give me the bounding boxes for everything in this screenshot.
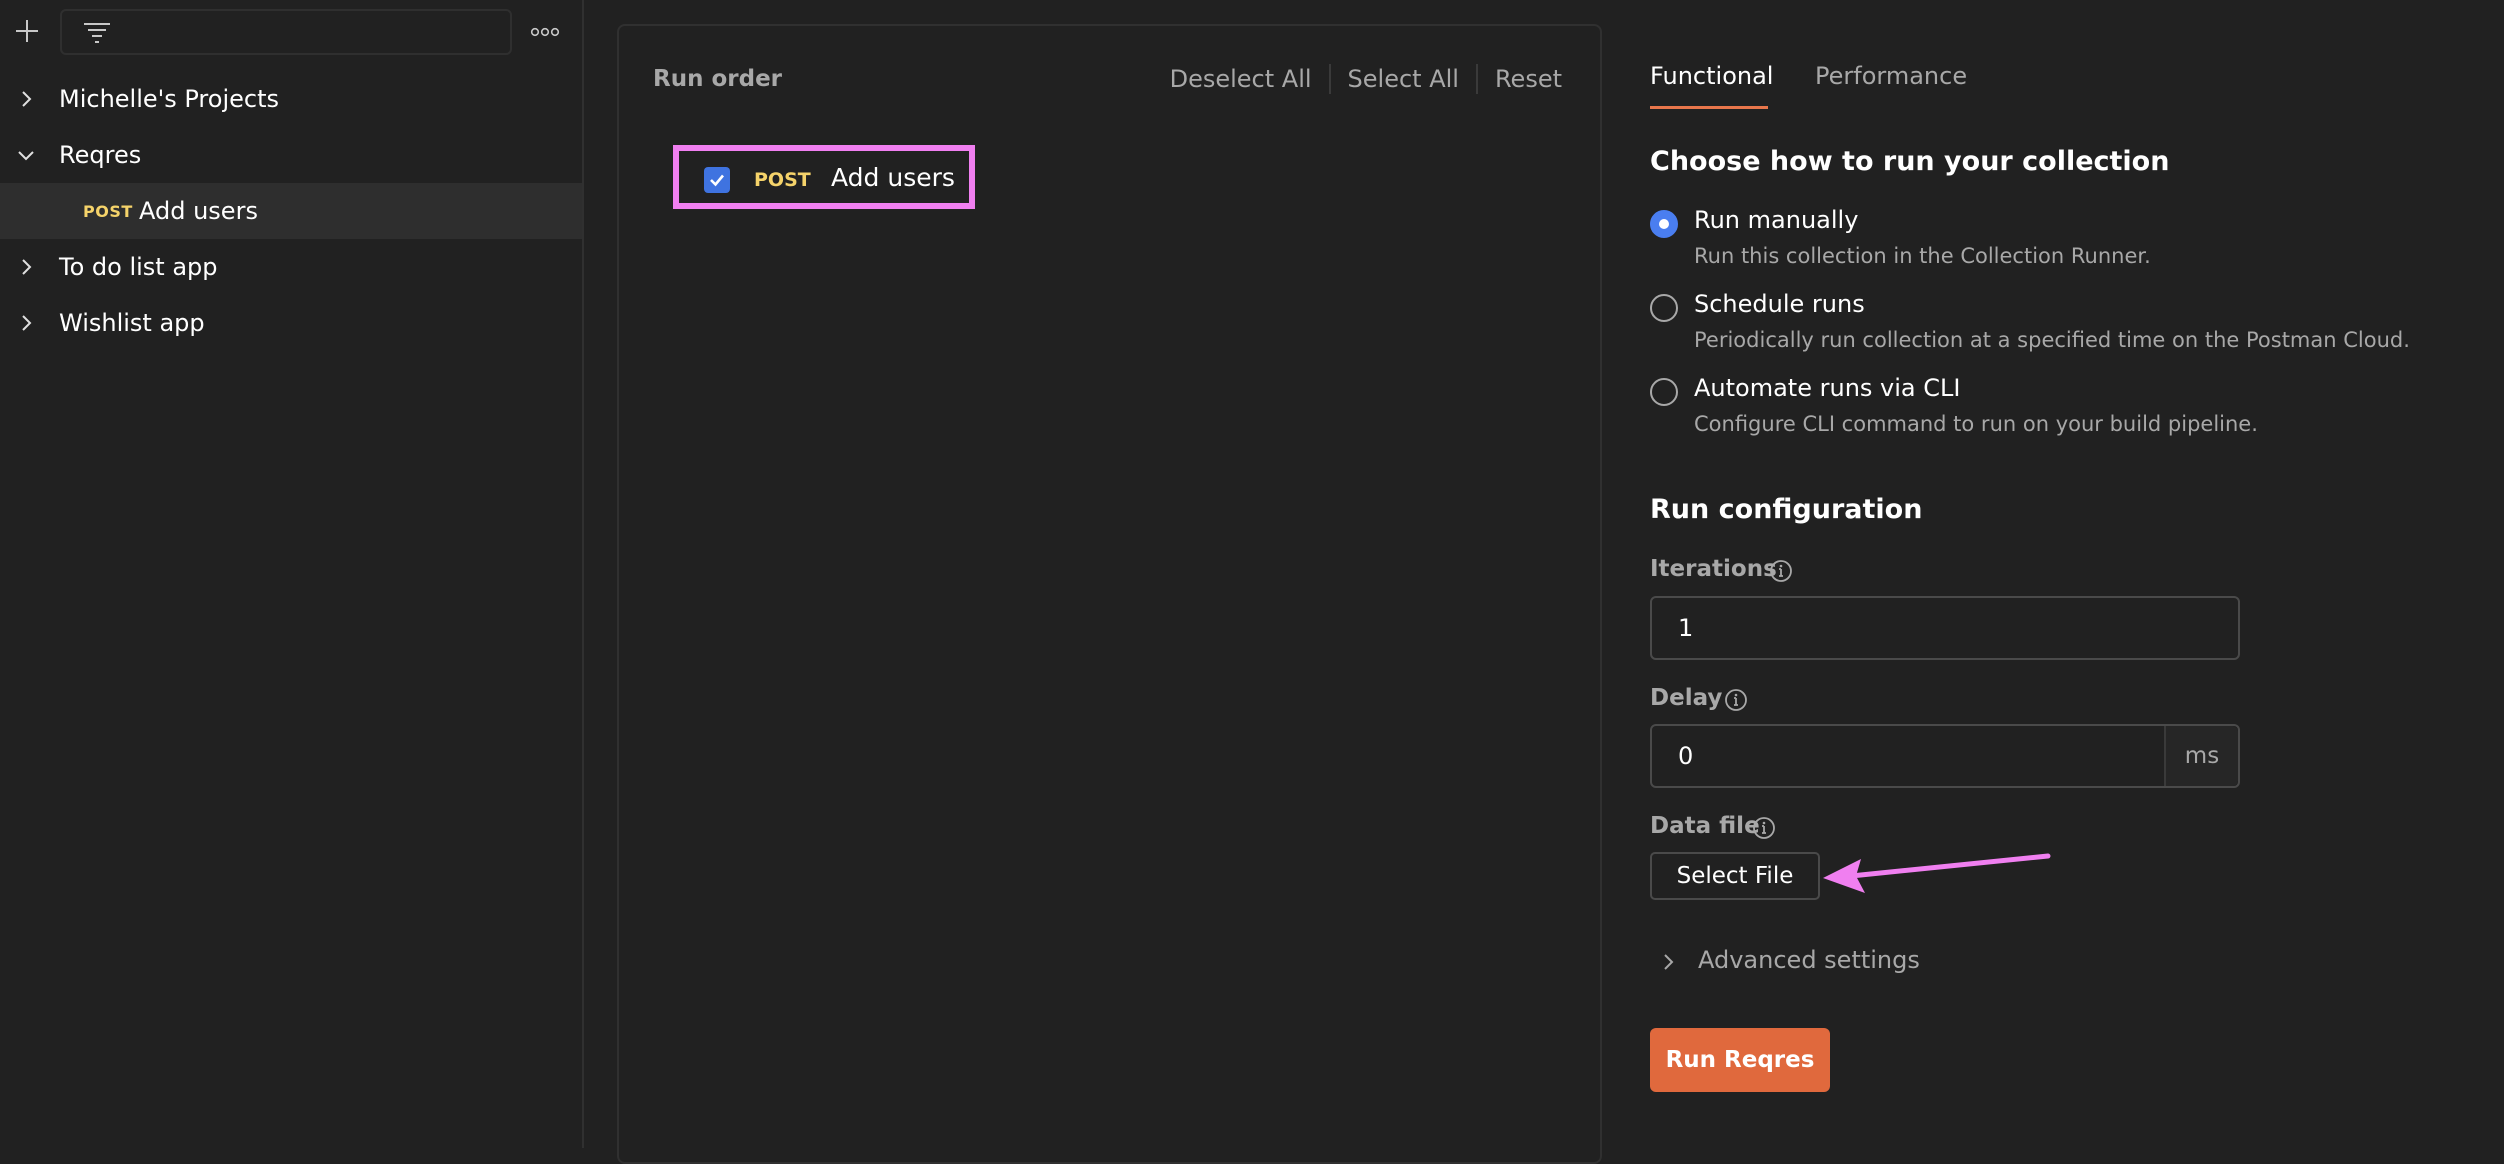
radio-label: Run manually (1694, 206, 1859, 234)
tab-performance[interactable]: Performance (1815, 62, 1967, 90)
radio-button[interactable] (1650, 378, 1678, 406)
request-method-badge: POST (754, 169, 811, 191)
delay-input[interactable] (1676, 740, 2156, 772)
filter-icon[interactable] (82, 20, 112, 46)
deselect-all-button[interactable]: Deselect All (1170, 65, 1312, 93)
plus-icon (16, 20, 38, 42)
radio-label: Schedule runs (1694, 290, 1865, 318)
sidebar-item-add-users[interactable]: POST Add users (0, 183, 582, 239)
info-icon[interactable] (1752, 816, 1776, 840)
request-name: Add users (831, 163, 955, 192)
iterations-field[interactable] (1650, 596, 2240, 660)
sidebar-item-label: Add users (139, 197, 258, 225)
sidebar-item-reqres[interactable]: Reqres (0, 127, 582, 183)
data-file-label: Data file (1650, 813, 1760, 839)
chevron-right-icon[interactable] (16, 257, 36, 277)
run-collection-button[interactable]: Run Reqres (1650, 1028, 1830, 1092)
radio-description: Run this collection in the Collection Ru… (1694, 244, 2151, 268)
delay-unit: ms (2164, 726, 2238, 786)
run-order-item[interactable]: POST Add users (673, 145, 975, 209)
sidebar-item-label: Michelle's Projects (59, 85, 279, 113)
sidebar-item-to-do-list-app[interactable]: To do list app (0, 239, 582, 295)
new-button[interactable] (8, 12, 46, 50)
select-all-button[interactable]: Select All (1348, 65, 1459, 93)
run-order-title: Run order (653, 66, 783, 92)
sidebar-item-michelles-projects[interactable]: Michelle's Projects (0, 71, 582, 127)
chevron-right-icon (1664, 954, 1674, 970)
radio-schedule-runs[interactable]: Schedule runs Periodically run collectio… (1650, 290, 2470, 362)
delay-field[interactable]: ms (1650, 724, 2240, 788)
run-config-panel: Functional Performance Choose how to run… (1603, 0, 2504, 1148)
choose-run-heading: Choose how to run your collection (1650, 146, 2170, 177)
advanced-settings-toggle[interactable]: Advanced settings (1660, 943, 1960, 979)
chevron-right-icon[interactable] (16, 89, 36, 109)
sidebar-toolbar (0, 0, 584, 64)
select-file-button[interactable]: Select File (1650, 852, 1820, 900)
run-order-actions: Deselect All Select All Reset (1170, 64, 1562, 94)
chevron-right-icon[interactable] (16, 313, 36, 333)
tab-functional[interactable]: Functional (1650, 62, 1773, 90)
iterations-label: Iterations (1650, 556, 1777, 582)
radio-description: Periodically run collection at a specifi… (1694, 328, 2410, 352)
more-options-button[interactable] (528, 18, 562, 46)
run-configuration-heading: Run configuration (1650, 494, 1923, 525)
reset-button[interactable]: Reset (1495, 65, 1562, 93)
sidebar-item-wishlist-app[interactable]: Wishlist app (0, 295, 582, 351)
sidebar: Michelle's Projects Reqres POST Add user… (0, 0, 584, 1148)
divider (1328, 64, 1331, 94)
advanced-settings-label: Advanced settings (1698, 946, 1920, 974)
iterations-input[interactable] (1676, 612, 2156, 644)
active-tab-indicator (1650, 106, 1768, 109)
radio-label: Automate runs via CLI (1694, 374, 1961, 402)
radio-automate-cli[interactable]: Automate runs via CLI Configure CLI comm… (1650, 374, 2470, 446)
run-order-panel: Run order Deselect All Select All Reset … (617, 24, 1602, 1164)
search-input[interactable] (132, 17, 492, 47)
checkmark-icon (710, 174, 724, 187)
delay-label: Delay (1650, 685, 1723, 711)
annotation-arrow-icon (1823, 853, 2051, 893)
more-icon (530, 27, 560, 37)
sidebar-item-label: To do list app (59, 253, 218, 281)
sidebar-item-label: Wishlist app (59, 309, 205, 337)
request-checkbox[interactable] (704, 167, 730, 193)
info-icon[interactable] (1724, 688, 1748, 712)
sidebar-item-label: Reqres (59, 141, 142, 169)
radio-button[interactable] (1650, 294, 1678, 322)
request-method-badge: POST (83, 202, 133, 221)
radio-button[interactable] (1650, 210, 1678, 238)
divider (1475, 64, 1478, 94)
radio-run-manually[interactable]: Run manually Run this collection in the … (1650, 206, 2470, 278)
info-icon[interactable] (1769, 559, 1793, 583)
chevron-down-icon[interactable] (16, 145, 36, 165)
radio-description: Configure CLI command to run on your bui… (1694, 412, 2258, 436)
search-box[interactable] (60, 9, 512, 55)
